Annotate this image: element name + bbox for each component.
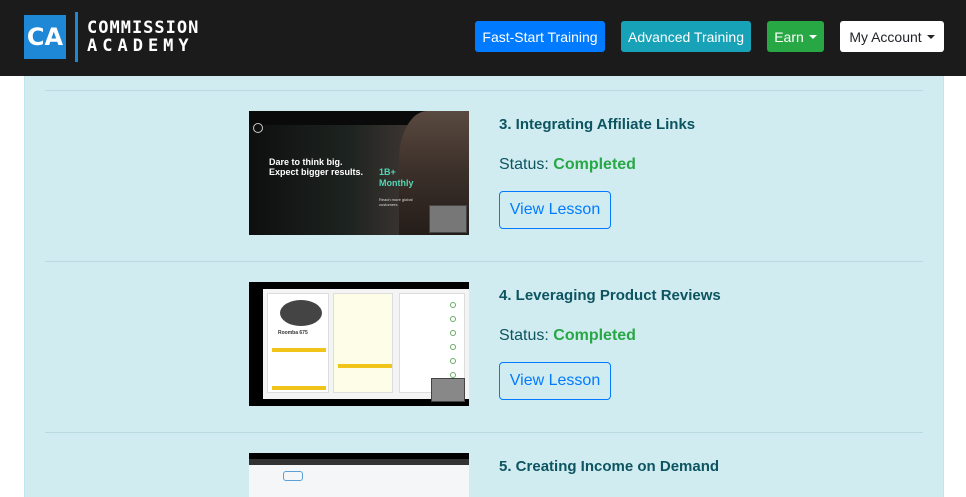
status-label: Status: <box>499 156 549 173</box>
list-check-icon <box>450 344 456 350</box>
status-completed: Completed <box>553 327 636 344</box>
my-account-label: My Account <box>849 28 922 45</box>
caret-down-icon <box>808 35 817 39</box>
advanced-training-button[interactable]: Advanced Training <box>621 21 751 52</box>
robot-vacuum-image <box>280 300 322 326</box>
caret-down-icon <box>926 35 935 39</box>
view-lesson-label: View Lesson <box>509 372 601 389</box>
lesson-5-title[interactable]: 5. Creating Income on Demand <box>499 458 719 475</box>
list-check-icon <box>450 316 456 322</box>
thumbnail-yellow-button <box>338 364 392 368</box>
divider <box>45 90 923 91</box>
lesson-3-thumbnail[interactable]: Dare to think big. Expect bigger results… <box>249 111 469 235</box>
thumbnail-reach-text: Reach more global customers <box>379 197 413 207</box>
list-check-icon <box>450 330 456 336</box>
view-lesson-label: View Lesson <box>509 201 601 218</box>
my-account-dropdown-button[interactable]: My Account <box>840 21 944 52</box>
divider <box>45 432 923 433</box>
thumbnail-headline: Dare to think big. Expect bigger results… <box>269 157 364 177</box>
site-logo[interactable]: CA COMMISSION ACADEMY <box>24 12 199 62</box>
divider <box>45 261 923 262</box>
earn-label: Earn <box>774 28 804 45</box>
status-label: Status: <box>499 327 549 344</box>
earn-dropdown-button[interactable]: Earn <box>767 21 824 52</box>
list-check-icon <box>450 358 456 364</box>
thumbnail-screen <box>249 459 469 497</box>
status-completed: Completed <box>553 156 636 173</box>
thumbnail-logo-icon <box>283 471 303 481</box>
view-lesson-3-button[interactable]: View Lesson <box>499 191 611 229</box>
top-navbar: CA COMMISSION ACADEMY Fast-Start Trainin… <box>0 0 966 76</box>
lesson-5-thumbnail[interactable] <box>249 453 469 497</box>
thumbnail-browser-bar <box>249 459 469 465</box>
lesson-4-title[interactable]: 4. Leveraging Product Reviews <box>499 287 721 304</box>
thumbnail-product-column: Roomba 675 <box>267 293 329 393</box>
lesson-4-status: Status: Completed <box>499 327 636 345</box>
lesson-4-thumbnail[interactable]: Roomba 675 <box>249 282 469 406</box>
lesson-3-status: Status: Completed <box>499 156 636 174</box>
thumbnail-specs-column <box>333 293 393 393</box>
lesson-3-title[interactable]: 3. Integrating Affiliate Links <box>499 116 695 133</box>
logo-line-1: COMMISSION <box>87 18 200 38</box>
thumbnail-logo-icon <box>253 123 263 133</box>
logo-divider <box>75 12 78 62</box>
thumbnail-yellow-button <box>272 386 326 390</box>
thumbnail-yellow-button <box>272 348 326 352</box>
thumbnail-stat: 1B+ Monthly <box>379 167 414 188</box>
fast-start-training-label: Fast-Start Training <box>482 28 598 45</box>
lesson-list-panel <box>24 76 944 497</box>
logo-line-2: ACADEMY <box>87 36 194 56</box>
list-check-icon <box>450 302 456 308</box>
view-lesson-4-button[interactable]: View Lesson <box>499 362 611 400</box>
advanced-training-label: Advanced Training <box>628 28 744 45</box>
logo-badge: CA <box>24 15 66 59</box>
webcam-overlay <box>429 205 467 233</box>
webcam-overlay <box>431 378 465 402</box>
thumbnail-product-label: Roomba 675 <box>278 330 308 336</box>
fast-start-training-button[interactable]: Fast-Start Training <box>475 21 605 52</box>
logo-text: COMMISSION ACADEMY <box>87 19 199 55</box>
